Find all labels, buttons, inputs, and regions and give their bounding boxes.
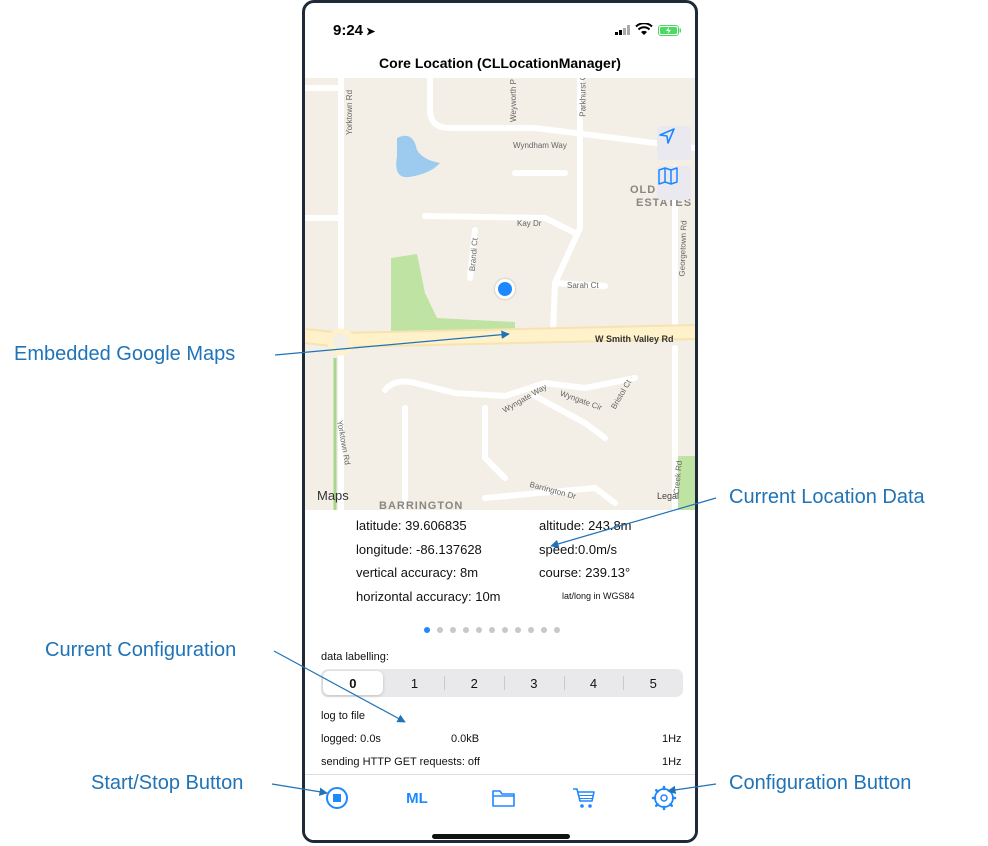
- user-location-dot: [495, 279, 515, 299]
- segment-4[interactable]: 4: [563, 669, 624, 697]
- callout-current-location: Current Location Data: [729, 486, 925, 508]
- longitude-value: longitude: -86.137628: [356, 542, 482, 557]
- segment-2[interactable]: 2: [444, 669, 504, 697]
- callout-configuration-button: Configuration Button: [729, 772, 912, 794]
- segment-5[interactable]: 5: [623, 669, 683, 697]
- http-rate: 1Hz: [662, 756, 682, 768]
- cart-icon: [573, 788, 595, 808]
- map-label-yorktown-top: Yorktown Rd: [345, 89, 355, 136]
- page-indicator[interactable]: [424, 627, 560, 633]
- segment-3[interactable]: 3: [504, 669, 564, 697]
- http-get-status: sending HTTP GET requests: off: [321, 756, 480, 768]
- store-tab[interactable]: [569, 785, 599, 811]
- callout-start-stop: Start/Stop Button: [91, 772, 244, 794]
- cellular-signal-icon: [615, 25, 630, 35]
- location-arrow-icon: ➤: [366, 26, 376, 38]
- map-label-sarah: Sarah Ct: [567, 281, 599, 290]
- legal-link[interactable]: Legal: [657, 491, 679, 501]
- apple-maps-logo: Maps: [317, 488, 349, 503]
- page-dot[interactable]: [554, 627, 560, 633]
- map-label-smith-valley: W Smith Valley Rd: [595, 334, 674, 344]
- home-indicator: [432, 834, 570, 839]
- page-dot[interactable]: [515, 627, 521, 633]
- lake: [396, 135, 440, 178]
- logged-size: 0.0kB: [451, 733, 480, 745]
- page-dot[interactable]: [450, 627, 456, 633]
- segment-1[interactable]: 1: [385, 669, 445, 697]
- page-dot[interactable]: [463, 627, 469, 633]
- datum-label: lat/long in WGS84: [562, 591, 635, 601]
- battery-icon: [658, 25, 681, 36]
- logged-duration: logged: 0.0s: [321, 733, 381, 745]
- files-tab[interactable]: [489, 785, 519, 811]
- page-title: Core Location (CLLocationManager): [379, 55, 621, 71]
- speed-value: speed:0.0m/s: [539, 542, 618, 557]
- data-labelling-segmented-control[interactable]: 0 1 2 3 4 5: [321, 669, 683, 697]
- page-dot[interactable]: [424, 627, 430, 633]
- page-dot[interactable]: [476, 627, 482, 633]
- page-dot[interactable]: [502, 627, 508, 633]
- start-stop-button[interactable]: [322, 785, 352, 811]
- park-area: [391, 254, 515, 340]
- phone-frame: 9:24➤ Core Location (CLLocationManager): [302, 0, 698, 843]
- map-type-button[interactable]: [657, 166, 691, 200]
- tab-bar: ML: [305, 774, 695, 840]
- map-view[interactable]: Yorktown Rd Weyworth P Parkhurst Ct Wynd…: [305, 78, 695, 510]
- wifi-icon: [635, 23, 653, 35]
- map-icon: [658, 167, 678, 185]
- callout-current-configuration: Current Configuration: [45, 639, 237, 661]
- logged-rate: 1Hz: [662, 733, 682, 745]
- ml-tab[interactable]: ML: [402, 785, 432, 811]
- track-location-button[interactable]: [657, 126, 691, 160]
- gear-icon: [651, 785, 677, 811]
- folder-icon: [492, 790, 515, 807]
- data-labelling-label: data labelling:: [321, 651, 389, 663]
- callout-embedded-maps: Embedded Google Maps: [14, 343, 236, 365]
- map-label-weyworth: Weyworth P: [508, 79, 518, 122]
- status-time: 9:24 ➤: [333, 22, 375, 39]
- configuration-button[interactable]: [649, 785, 679, 811]
- page-dot[interactable]: [489, 627, 495, 633]
- status-time-text: 9:24: [333, 22, 364, 39]
- log-to-file-label: log to file: [321, 710, 366, 722]
- location-arrow-icon: [659, 128, 675, 144]
- page-dot[interactable]: [541, 627, 547, 633]
- status-bar: 9:24 ➤: [305, 3, 695, 51]
- apple-maps-text: Maps: [317, 488, 349, 503]
- page-dot[interactable]: [528, 627, 534, 633]
- map-label-parkhurst: Parkhurst Ct: [578, 78, 588, 117]
- vertical-accuracy-value: vertical accuracy: 8m: [356, 565, 479, 580]
- page-dot[interactable]: [437, 627, 443, 633]
- stop-circle-icon: [326, 787, 348, 809]
- map-label-kay: Kay Dr: [517, 219, 542, 228]
- map-label-wyndham: Wyndham Way: [513, 141, 567, 150]
- latitude-value: latitude: 39.606835: [356, 518, 467, 533]
- altitude-value: altitude: 243.8m: [539, 518, 632, 533]
- segment-0[interactable]: 0: [323, 671, 383, 695]
- map-label-barrington: BARRINGTON: [379, 500, 464, 510]
- horizontal-accuracy-value: horizontal accuracy: 10m: [356, 589, 501, 604]
- course-value: course: 239.13°: [539, 565, 631, 580]
